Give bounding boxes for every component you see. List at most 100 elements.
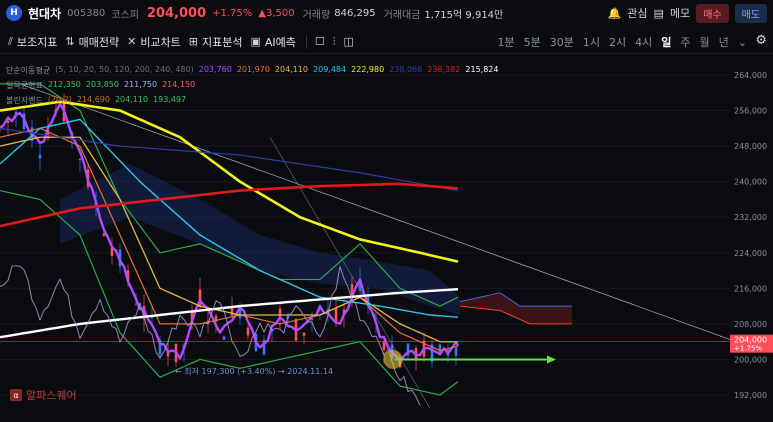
tf-month[interactable]: 월	[700, 34, 710, 50]
y-tick-label: 232,000	[734, 213, 767, 222]
tf-day[interactable]: 일	[661, 34, 671, 50]
low-price-annotation: ← 최저 197,300 (+3.40%) → 2024.11.14	[175, 367, 334, 376]
current-price-tag-pct: +1.75%	[734, 345, 762, 353]
candle-body	[302, 332, 306, 336]
tf-1h[interactable]: 1시	[583, 34, 600, 50]
toolbar-divider	[305, 34, 307, 49]
hyundai-logo-icon: H	[6, 5, 22, 21]
amount-value: 1,715억 9,914만	[424, 9, 504, 21]
candle-icon: ⫶	[332, 34, 336, 48]
toolbar-strategy[interactable]: ⇅ 매매전략	[65, 34, 119, 50]
candle-body	[78, 158, 82, 160]
alpha-square-icon: α	[10, 389, 22, 401]
price-chart[interactable]: 264,000 256,000 248,000 240,000 232,000 224,0…	[0, 58, 773, 418]
ma-value: 204,110	[274, 65, 309, 74]
bollinger-legend[interactable]: 볼린저밴드 (20,2) 214,690 204,110 193,497	[6, 95, 186, 106]
y-tick-label: 240,000	[734, 178, 767, 187]
watermark: α 알파스퀘어	[10, 387, 77, 403]
timeframe-selector: 1분 5분 30분 1시 2시 4시 일 주 월 년 ⌄	[498, 30, 747, 54]
tf-30m[interactable]: 30분	[550, 34, 574, 50]
tf-5m[interactable]: 5분	[524, 34, 541, 50]
watch-button[interactable]: 관심	[627, 5, 647, 21]
tf-2h[interactable]: 2시	[609, 34, 626, 50]
ma-legend[interactable]: 단순이동평균 (5, 10, 20, 50, 120, 200, 240, 48…	[6, 65, 498, 76]
compare-icon: ✕	[127, 35, 137, 48]
watermark-text: 알파스퀘어	[26, 389, 77, 402]
y-tick-label: 216,000	[734, 284, 767, 293]
y-tick-label: 224,000	[734, 249, 767, 258]
volume-label: 거래량	[302, 9, 331, 21]
amount-label: 거래대금	[383, 9, 421, 21]
ma-value: 215,824	[465, 65, 499, 74]
tf-1m[interactable]: 1분	[498, 34, 515, 50]
ma-legend-values: 203,760 201,970 204,110 209,484 222,980 238,0…	[199, 65, 499, 76]
green-arrow-head	[547, 355, 556, 364]
stock-code: 005380	[67, 7, 106, 19]
header-actions: 🔔 관심 ▤ 메모 매수 매도	[608, 0, 773, 26]
bollinger-value: 204,110	[114, 95, 149, 104]
tf-4h[interactable]: 4시	[635, 34, 652, 50]
memo-icon[interactable]: ▤	[654, 7, 664, 20]
ma-value: 238,066	[389, 65, 423, 74]
toolbar-square[interactable]: ☐	[315, 35, 325, 48]
ma-value: 222,980	[351, 65, 385, 74]
sell-button[interactable]: 매도	[734, 3, 767, 23]
toolbar-label: AI예측	[264, 35, 296, 49]
candle-body	[454, 347, 458, 356]
bell-icon[interactable]: 🔔	[608, 7, 622, 20]
toolbar-ai[interactable]: ▣ AI예측	[251, 34, 296, 50]
bollinger-value: (20,2)	[47, 95, 72, 104]
toolbar-label: 지표분석	[202, 35, 243, 49]
toolbar-compare[interactable]: ✕ 비교차트	[127, 34, 181, 50]
current-price: 204,000	[146, 5, 207, 21]
toolbar-indicator[interactable]: ⫽ 보조지표	[8, 34, 57, 50]
candle-body	[246, 327, 250, 336]
bollinger-legend-values: (20,2) 214,690 204,110 193,497	[48, 95, 186, 106]
square-icon: ☐	[314, 35, 325, 48]
y-tick-label: 256,000	[734, 107, 767, 116]
chevron-down-icon[interactable]: ⌄	[738, 36, 747, 49]
toolbar-camera[interactable]: ◫	[344, 35, 354, 48]
volume-value: 846,295	[334, 7, 376, 19]
ma-value: 201,970	[236, 65, 270, 74]
y-tick-label: 192,000	[734, 391, 767, 400]
candle-body	[222, 336, 226, 340]
indicator-icon: ⫽	[8, 34, 13, 48]
tf-year[interactable]: 년	[719, 34, 729, 50]
candle-body	[334, 307, 338, 322]
bollinger-value: 193,497	[153, 95, 187, 104]
ichimoku-legend[interactable]: 일목균형표 212,350 203,850 211,750 214,150	[6, 80, 195, 91]
ma-value: 236,382	[427, 65, 461, 74]
toolbar-analysis[interactable]: ⊞ 지표분석	[189, 34, 243, 50]
memo-button[interactable]: 메모	[670, 5, 690, 21]
ichimoku-value: 203,850	[85, 80, 119, 89]
y-tick-label: 208,000	[734, 320, 767, 329]
bollinger-legend-label: 볼린저밴드	[6, 96, 43, 105]
y-tick-label: 264,000	[734, 71, 767, 80]
toolbar-label: 보조지표	[16, 35, 58, 49]
y-tick-label: 248,000	[734, 142, 767, 151]
stock-name[interactable]: 현대차	[28, 5, 61, 22]
chart-svg[interactable]: 264,000 256,000 248,000 240,000 232,000 224,0…	[0, 58, 773, 418]
ichimoku-legend-label: 일목균형표	[6, 81, 43, 90]
ichimoku-value: 212,350	[47, 80, 81, 89]
buy-button[interactable]: 매수	[696, 3, 729, 23]
ma-value: 203,760	[198, 65, 232, 74]
ichimoku-value: 214,150	[162, 80, 196, 89]
camera-icon: ◫	[343, 35, 354, 48]
ichimoku-legend-values: 212,350 203,850 211,750 214,150	[48, 80, 195, 91]
ma-legend-label: 단순이동평균	[6, 66, 51, 75]
ma-legend-params: (5, 10, 20, 50, 120, 200, 240, 480)	[55, 65, 194, 74]
current-price-tag-value: 204,000	[734, 336, 767, 345]
toolbar-candle[interactable]: ⫶	[333, 35, 336, 49]
toolbar-label: 비교차트	[140, 35, 181, 49]
candle-body	[230, 307, 234, 316]
change-percent: +1.75%	[212, 7, 253, 19]
gear-icon[interactable]: ⚙	[755, 33, 767, 48]
strategy-icon: ⇅	[65, 35, 75, 48]
candle-body	[38, 154, 42, 159]
tf-week[interactable]: 주	[680, 34, 690, 50]
analysis-icon: ⊞	[188, 35, 199, 48]
ma-value: 209,484	[313, 65, 347, 74]
toolbar-label: 매매전략	[78, 35, 120, 49]
